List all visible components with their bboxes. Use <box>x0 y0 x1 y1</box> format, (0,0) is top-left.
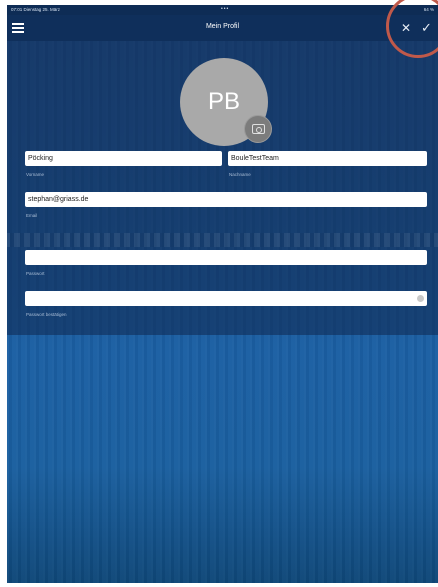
status-bar: 07:01 Dienstag 25. März ••• 64 % <box>7 5 438 15</box>
change-photo-button[interactable] <box>244 115 272 143</box>
first-name-label: Vorname <box>26 172 45 177</box>
multitasking-dots[interactable]: ••• <box>221 6 229 12</box>
password-confirm-label: Passwort bestätigen <box>26 312 67 317</box>
avatar-initials: PB <box>207 88 240 115</box>
app-screen: 07:01 Dienstag 25. März ••• 64 % Mein Pr… <box>7 5 438 583</box>
camera-icon <box>251 124 265 134</box>
navigation-bar: Mein Profil ✕ ✓ <box>7 15 438 41</box>
email-field[interactable]: stephan@griass.de <box>25 192 427 207</box>
first-name-field[interactable]: Pöcking <box>25 151 222 166</box>
last-name-label: Nachname <box>229 172 251 177</box>
show-password-icon[interactable] <box>417 295 424 302</box>
email-label: Email <box>26 213 38 218</box>
password-field[interactable] <box>25 250 427 265</box>
password-label: Passwort <box>26 271 45 276</box>
page-title: Mein Profil <box>205 23 240 30</box>
last-name-field[interactable]: BouleTestTeam <box>228 151 427 166</box>
password-confirm-field[interactable] <box>25 291 427 306</box>
status-time: 07:01 Dienstag 25. März <box>11 7 61 12</box>
